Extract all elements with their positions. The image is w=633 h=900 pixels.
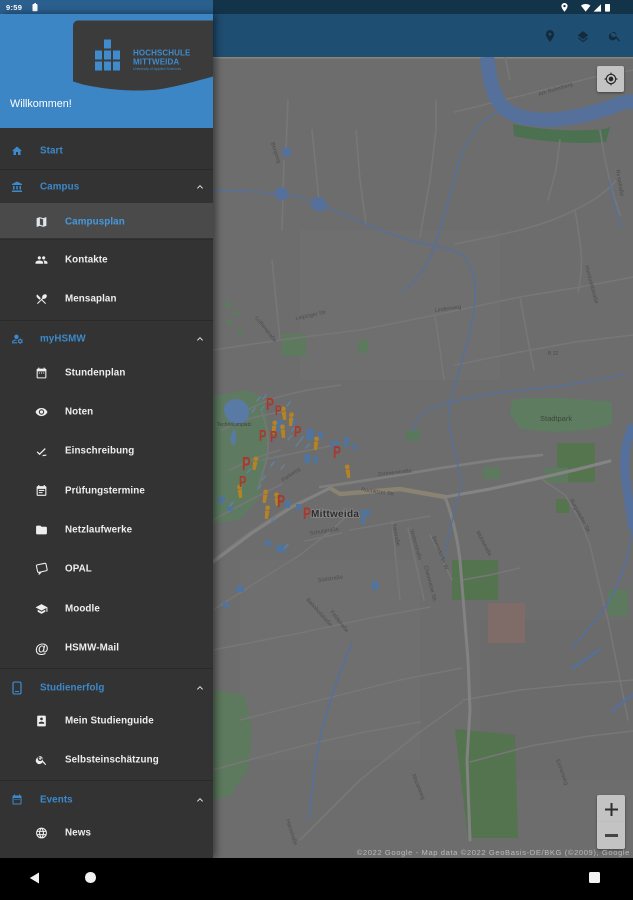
svg-text:P: P <box>303 505 311 523</box>
svg-text:Stadtpark: Stadtpark <box>540 414 572 423</box>
svg-text:Technikumplatz: Technikumplatz <box>217 422 252 428</box>
svg-text:P: P <box>294 423 301 440</box>
svg-text:P: P <box>242 454 251 475</box>
svg-text:University of Applied Sciences: University of Applied Sciences <box>133 67 181 71</box>
svg-text:P: P <box>270 428 277 445</box>
svg-text:B 32: B 32 <box>548 351 559 357</box>
svg-text:P: P <box>239 473 246 490</box>
svg-text:P: P <box>259 427 266 444</box>
svg-text:P: P <box>333 443 341 463</box>
svg-text:MITTWEIDA: MITTWEIDA <box>133 58 179 67</box>
svg-text:HOCHSCHULE: HOCHSCHULE <box>133 49 191 58</box>
svg-text:P: P <box>266 395 274 415</box>
svg-text:P: P <box>277 492 285 512</box>
svg-text:Mittweida: Mittweida <box>311 509 359 520</box>
svg-text:P: P <box>275 402 282 418</box>
